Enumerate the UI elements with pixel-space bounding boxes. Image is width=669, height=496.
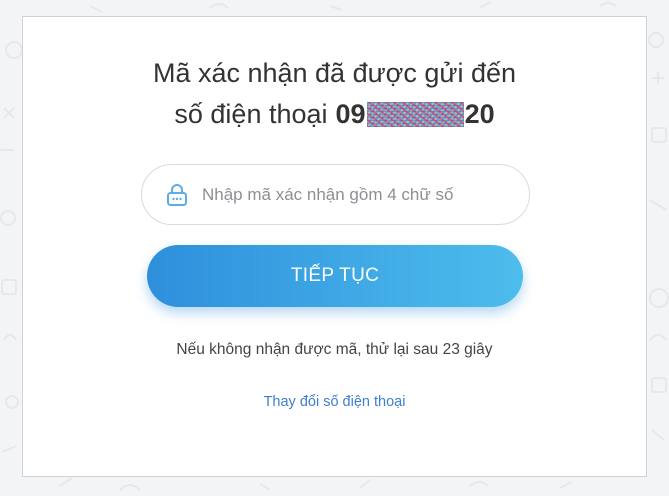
heading-line-2: số điện thoại 09 20	[174, 94, 494, 135]
change-phone-link[interactable]: Thay đổi số điện thoại	[0, 394, 669, 410]
verification-code-input[interactable]	[200, 183, 504, 206]
phone-number: 09 20	[336, 94, 495, 135]
phone-number-redacted	[366, 102, 464, 127]
resend-countdown-text: Nếu không nhận được mã, thử lại sau 23 g…	[176, 341, 493, 358]
phone-number-start: 09	[335, 99, 366, 129]
lock-icon	[167, 183, 187, 206]
verification-code-field[interactable]	[141, 164, 530, 225]
continue-button[interactable]: TIẾP TỤC	[147, 245, 523, 307]
phone-number-end: 20	[464, 99, 495, 129]
verification-heading: Mã xác nhận đã được gửi đến số điện thoạ…	[0, 53, 669, 135]
phone-prefix-label: số điện thoại	[174, 99, 328, 129]
heading-line-1: Mã xác nhận đã được gửi đến	[152, 58, 517, 88]
